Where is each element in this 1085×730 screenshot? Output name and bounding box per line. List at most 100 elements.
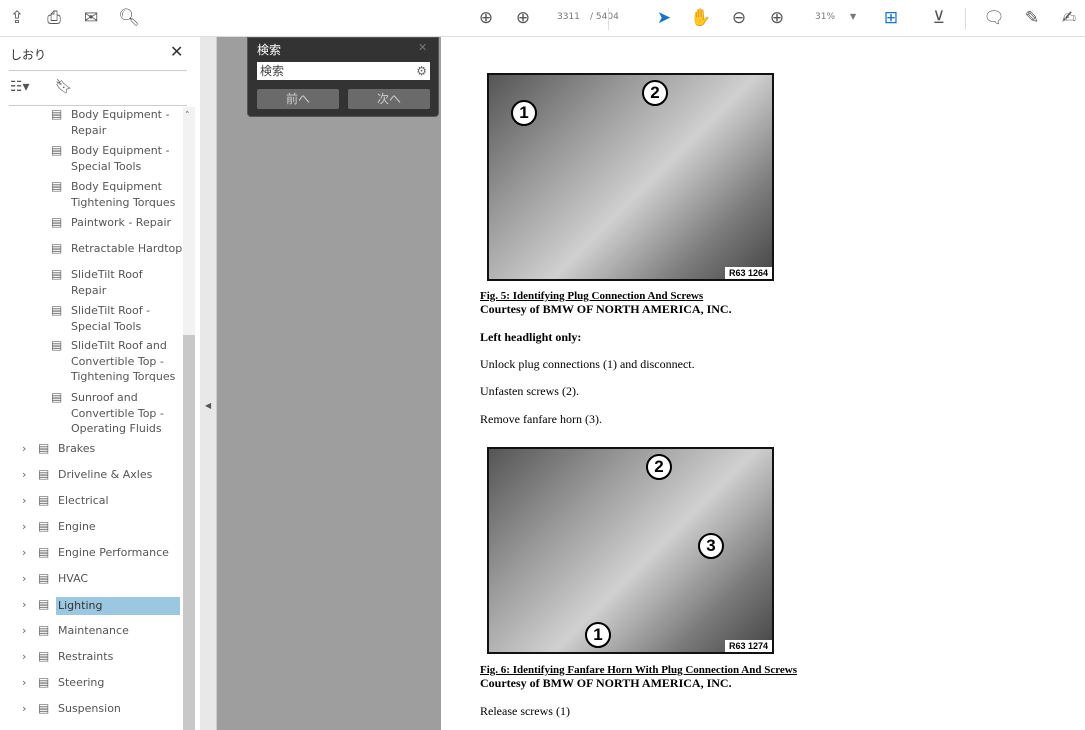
bookmark-section[interactable]: › ▤ Electrical: [22, 493, 109, 509]
email-icon[interactable]: ✉: [80, 7, 102, 29]
bookmark-section[interactable]: › ▤ Maintenance: [22, 623, 129, 639]
upload-icon[interactable]: ⇪: [6, 7, 28, 29]
close-icon[interactable]: ✕: [170, 42, 183, 61]
bookmark-page-icon: ▤: [51, 143, 63, 157]
options-menu-icon[interactable]: ☷▾: [10, 79, 30, 95]
bookmark-page-icon: ▤: [38, 597, 50, 611]
divider: [965, 8, 966, 30]
prev-page-icon[interactable]: ⊕: [475, 7, 497, 29]
fit-page-icon[interactable]: ⊞: [880, 7, 902, 29]
bookmark-item[interactable]: ▤ SlideTilt Roof and Convertible Top - Ti…: [51, 338, 181, 385]
bookmark-tree: ▤ Body Equipment - Repair ▤ Body Equipment…: [0, 107, 183, 730]
expand-chevron-icon[interactable]: ›: [22, 701, 26, 717]
figure-caption: Fig. 6: Identifying Fanfare Horn With Pl…: [480, 664, 797, 676]
expand-chevron-icon[interactable]: ›: [22, 493, 26, 509]
expand-chevron-icon[interactable]: ›: [22, 467, 26, 483]
step-text: Unfasten screws (2).: [480, 384, 579, 398]
callout: 1: [511, 100, 537, 126]
bookmark-page-icon: ▤: [38, 467, 50, 481]
comment-icon[interactable]: 🗨︎: [983, 7, 1005, 29]
search-popup: 検索 ✕ 検索 ⚙ 前へ 次へ: [247, 37, 439, 117]
step-text: Unlock plug connections (1) and disconne…: [480, 357, 695, 371]
bookmark-item[interactable]: ▤ Body Equipment Tightening Torques: [51, 179, 181, 210]
bookmark-page-icon: ▤: [51, 241, 63, 255]
highlight-icon[interactable]: ✎: [1021, 7, 1043, 29]
bookmark-section[interactable]: › ▤ HVAC: [22, 571, 88, 587]
bookmark-page-icon: ▤: [38, 701, 50, 715]
bookmark-page-icon: ▤: [51, 390, 63, 404]
callout: 2: [642, 80, 668, 106]
print-icon[interactable]: ⎙: [43, 7, 65, 29]
bookmark-item[interactable]: ▤ Sunroof and Convertible Top - Operating…: [51, 390, 171, 437]
zoom-dropdown-icon[interactable]: ▼: [850, 12, 856, 21]
bookmark-page-icon: ▤: [38, 441, 50, 455]
bookmark-section[interactable]: › ▤ Restraints: [22, 649, 113, 665]
figure-label: R63 1274: [724, 640, 772, 652]
bookmark-item[interactable]: ▤ Paintwork - Repair: [51, 215, 181, 231]
bookmark-section[interactable]: › ▤ Engine: [22, 519, 96, 535]
bookmark-page-icon: ▤: [38, 571, 50, 585]
next-page-icon[interactable]: ⊕: [512, 7, 534, 29]
zoom-out-icon[interactable]: ⊖: [728, 7, 750, 29]
bookmark-page-icon: ▤: [38, 493, 50, 507]
expand-chevron-icon[interactable]: ›: [22, 519, 26, 535]
bookmark-item[interactable]: ▤ Body Equipment - Special Tools: [51, 143, 181, 174]
prev-result-button[interactable]: 前へ: [257, 89, 339, 109]
divider: [608, 8, 609, 30]
bookmark-page-icon: ▤: [51, 338, 63, 352]
bookmark-page-icon: ▤: [51, 303, 63, 317]
scroll-mode-icon[interactable]: ⊻: [928, 7, 950, 29]
bookmark-section[interactable]: › ▤ Driveline & Axles: [22, 467, 152, 483]
zoom-level[interactable]: 31%: [815, 12, 835, 22]
pdf-page: 1 2 R63 1264 Fig. 5: Identifying Plug Co…: [441, 37, 1085, 730]
collapse-panel-icon[interactable]: ◀: [205, 401, 211, 410]
expand-chevron-icon[interactable]: ›: [22, 649, 26, 665]
bookmark-page-icon: ▤: [38, 623, 50, 637]
close-icon[interactable]: ✕: [418, 41, 427, 54]
scrollbar-thumb[interactable]: [183, 335, 195, 730]
divider: [9, 105, 187, 106]
callout: 2: [646, 454, 672, 480]
figure-caption: Fig. 5: Identifying Plug Connection And …: [480, 290, 704, 302]
gear-icon[interactable]: ⚙: [416, 62, 427, 80]
expand-chevron-icon[interactable]: ›: [22, 623, 26, 639]
figure-5-image: 1 2 R63 1264: [487, 73, 774, 281]
bookmark-item[interactable]: ▤ Body Equipment - Repair: [51, 107, 181, 138]
bookmark-page-icon: ▤: [51, 267, 63, 281]
step-text: Release screws (1): [480, 704, 570, 718]
expand-chevron-icon[interactable]: ›: [22, 675, 26, 691]
expand-chevron-icon[interactable]: ›: [22, 545, 26, 561]
bookmark-page-icon: ▤: [51, 107, 63, 121]
bookmark-item[interactable]: ▤ Retractable Hardtop: [51, 241, 183, 257]
panel-title: しおり: [10, 48, 47, 62]
toolbar: ⇪ ⎙ ✉ 🔍︎ ⊕ ⊕ 3311 / 5404 ➤ ✋ ⊖ ⊕ 31% ▼ ⊞…: [0, 0, 1085, 37]
bookmark-section[interactable]: › ▤ Steering: [22, 675, 104, 691]
bookmark-section-selected[interactable]: › ▤ Lighting: [22, 597, 180, 615]
section-heading: Left headlight only:: [480, 330, 582, 344]
expand-chevron-icon[interactable]: ›: [22, 597, 26, 613]
search-input[interactable]: 検索 ⚙: [257, 62, 430, 80]
bookmark-page-icon: ▤: [38, 545, 50, 559]
zoom-in-icon[interactable]: ⊕: [766, 7, 788, 29]
bookmark-section[interactable]: › ▤ Engine Performance: [22, 545, 169, 561]
select-cursor-icon[interactable]: ➤: [653, 7, 675, 29]
bookmark-page-icon: ▤: [51, 215, 63, 229]
bookmark-item[interactable]: ▤ SlideTilt Roof Repair: [51, 267, 151, 298]
total-pages: / 5404: [590, 12, 619, 22]
bookmark-item[interactable]: ▤ SlideTilt Roof - Special Tools: [51, 303, 171, 334]
figure-label: R63 1264: [724, 267, 772, 279]
bookmark-icon[interactable]: 🔖︎: [55, 79, 73, 95]
expand-chevron-icon[interactable]: ›: [22, 571, 26, 587]
divider: [9, 70, 187, 71]
sign-icon[interactable]: ✍: [1058, 7, 1080, 29]
search-zoom-icon[interactable]: 🔍︎: [118, 7, 140, 29]
bookmark-section[interactable]: › ▤ Suspension: [22, 701, 121, 717]
scroll-up-icon[interactable]: ˄: [185, 111, 190, 121]
expand-chevron-icon[interactable]: ›: [22, 441, 26, 457]
bookmark-page-icon: ▤: [38, 649, 50, 663]
panel-splitter[interactable]: ◀: [200, 37, 217, 730]
current-page-input[interactable]: 3311: [557, 12, 580, 22]
hand-tool-icon[interactable]: ✋: [690, 7, 712, 29]
next-result-button[interactable]: 次へ: [348, 89, 430, 109]
bookmark-section[interactable]: › ▤ Brakes: [22, 441, 95, 457]
